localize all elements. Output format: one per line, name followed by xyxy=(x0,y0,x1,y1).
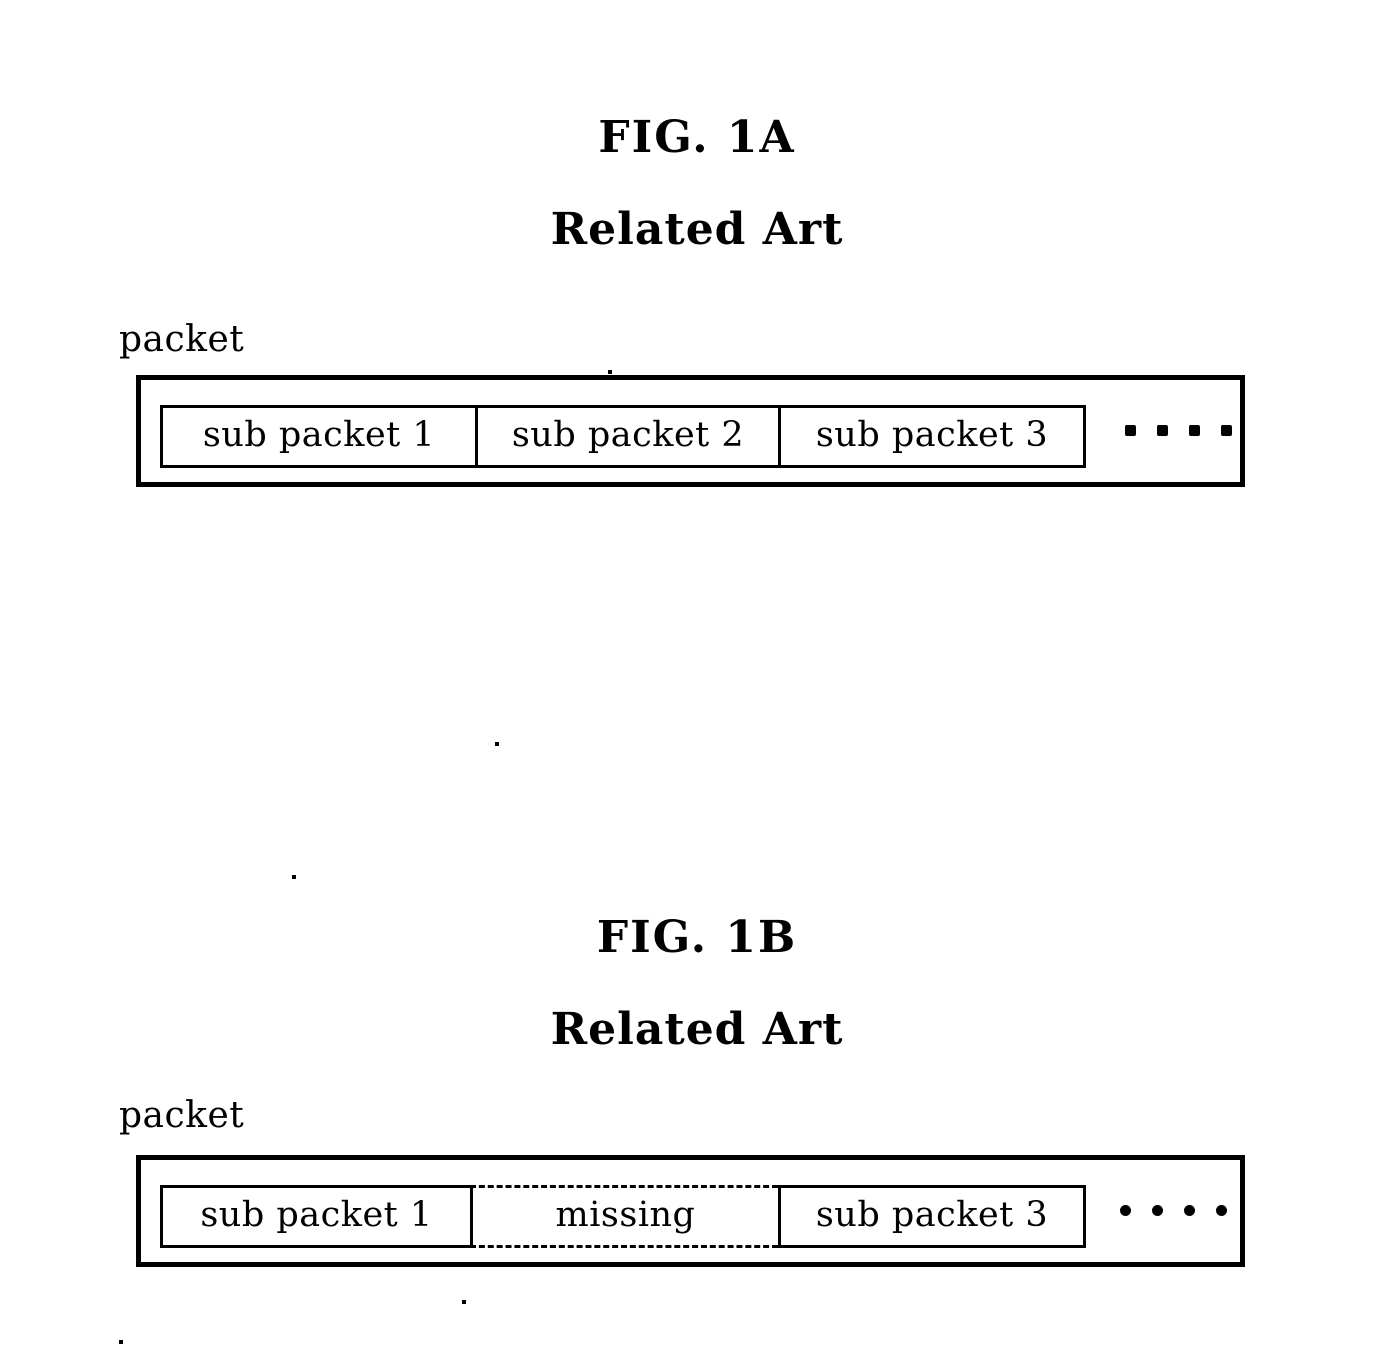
ellipsis-dot xyxy=(1184,1205,1195,1216)
scan-speck xyxy=(495,742,499,746)
fig-1a-title-line2: Related Art xyxy=(550,204,844,255)
fig-1a-title-line1: FIG. 1A xyxy=(598,112,796,163)
ellipsis-dot xyxy=(1120,1205,1131,1216)
patent-figure-sheet: FIG. 1A Related Art packet sub packet 1 … xyxy=(0,0,1394,1351)
fig-1b-sub-packet-3: sub packet 3 xyxy=(778,1185,1086,1248)
scan-speck xyxy=(292,875,296,879)
ellipsis-dot xyxy=(1216,1205,1227,1216)
fig-1a-sub-packet-1-label: sub packet 1 xyxy=(202,415,436,455)
scan-speck xyxy=(462,1300,466,1304)
fig-1b-packet-container: sub packet 1 missing sub packet 3 xyxy=(136,1155,1245,1267)
ellipsis-dot xyxy=(1221,425,1232,436)
fig-1a-sub-packet-3: sub packet 3 xyxy=(778,405,1086,468)
fig-1b-title-line2: Related Art xyxy=(550,1004,844,1055)
fig-1a-sub-packet-2: sub packet 2 xyxy=(475,405,778,468)
fig-1a-subpacket-strip: sub packet 1 sub packet 2 sub packet 3 xyxy=(160,405,1086,468)
fig-1b-sub-packet-1-label: sub packet 1 xyxy=(200,1195,433,1235)
fig-1b-missing-label: missing xyxy=(555,1195,696,1235)
ellipsis-dot xyxy=(1189,425,1200,436)
fig-1a-ellipsis-icon xyxy=(1125,425,1232,436)
fig-1b-missing-sub-packet: missing xyxy=(470,1185,778,1248)
fig-1a-title: FIG. 1A Related Art xyxy=(0,74,1394,296)
ellipsis-dot xyxy=(1157,425,1168,436)
fig-1b-title: FIG. 1B Related Art xyxy=(0,874,1394,1096)
fig-1b-title-line1: FIG. 1B xyxy=(596,912,798,963)
fig-1b-subpacket-strip: sub packet 1 missing sub packet 3 xyxy=(160,1185,1086,1248)
scan-speck xyxy=(119,1340,123,1344)
fig-1a-packet-label: packet xyxy=(119,319,245,360)
fig-1a-sub-packet-3-label: sub packet 3 xyxy=(815,415,1049,455)
fig-1b-sub-packet-1: sub packet 1 xyxy=(160,1185,470,1248)
fig-1b-packet-label: packet xyxy=(119,1095,245,1136)
fig-1b-ellipsis-icon xyxy=(1120,1205,1227,1216)
ellipsis-dot xyxy=(1152,1205,1163,1216)
fig-1a-sub-packet-1: sub packet 1 xyxy=(160,405,475,468)
fig-1a-packet-container: sub packet 1 sub packet 2 sub packet 3 xyxy=(136,375,1245,487)
fig-1a-sub-packet-2-label: sub packet 2 xyxy=(511,415,745,455)
scan-speck xyxy=(608,370,612,374)
fig-1b-sub-packet-3-label: sub packet 3 xyxy=(815,1195,1049,1235)
ellipsis-dot xyxy=(1125,425,1136,436)
